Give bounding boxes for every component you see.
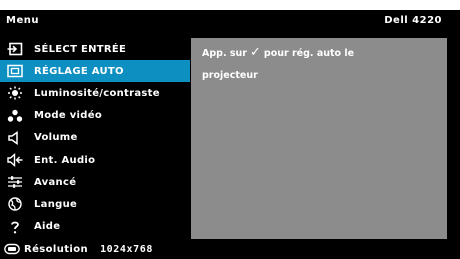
resolution-value: 1024x768 bbox=[100, 243, 154, 255]
info-line-1: App. sur ✓ pour rég. auto le bbox=[202, 45, 354, 60]
input-source-icon bbox=[6, 42, 24, 56]
menu-item-label: Aide bbox=[34, 221, 61, 233]
video-mode-icon bbox=[6, 109, 24, 123]
menu-item-language[interactable]: Langue bbox=[0, 193, 190, 215]
advanced-settings-icon bbox=[6, 175, 24, 189]
menu-item-label: SÉLECT ENTRÉE bbox=[34, 43, 127, 55]
title-bar: Menu Dell 4220 bbox=[0, 10, 460, 32]
status-bar: Résolution 1024x768 bbox=[0, 239, 460, 259]
menu-item-audio-input[interactable]: Ent. Audio bbox=[0, 149, 190, 171]
menu-item-brightness-contrast[interactable]: Luminosité/contraste bbox=[0, 82, 190, 104]
menu-item-label: Mode vidéo bbox=[34, 110, 102, 122]
globe-icon bbox=[6, 197, 24, 212]
info-panel: App. sur ✓ pour rég. auto le projecteur bbox=[191, 38, 447, 239]
menu-item-label: Avancé bbox=[34, 176, 77, 188]
menu-item-label: Luminosité/contraste bbox=[34, 87, 160, 99]
menu-item-label: Ent. Audio bbox=[34, 154, 96, 166]
menu-item-input-select[interactable]: SÉLECT ENTRÉE bbox=[0, 38, 190, 60]
help-icon bbox=[6, 220, 24, 234]
auto-adjust-icon bbox=[6, 64, 24, 78]
menu-item-volume[interactable]: Volume bbox=[0, 127, 190, 149]
check-mark-icon: ✓ bbox=[249, 45, 261, 60]
menu-item-video-mode[interactable]: Mode vidéo bbox=[0, 105, 190, 127]
audio-input-icon bbox=[6, 153, 24, 168]
menu-item-label: RÉGLAGE AUTO bbox=[34, 65, 124, 77]
menu-item-help[interactable]: Aide bbox=[0, 216, 190, 238]
resolution-label: Résolution bbox=[24, 243, 89, 255]
menu-item-advanced[interactable]: Avancé bbox=[0, 171, 190, 193]
resolution-icon bbox=[4, 243, 20, 255]
projector-osd-menu: Menu Dell 4220 SÉLECT ENTRÉE RÉGLAGE AUT… bbox=[0, 10, 460, 259]
main-menu: SÉLECT ENTRÉE RÉGLAGE AUTO Luminosité/co… bbox=[0, 38, 190, 238]
info-line-2: projecteur bbox=[202, 70, 258, 81]
info-text-after-check: pour rég. auto le bbox=[263, 48, 355, 59]
info-text-before-check: App. sur bbox=[202, 48, 247, 59]
menu-item-label: Volume bbox=[34, 132, 78, 144]
brightness-icon bbox=[6, 86, 24, 100]
menu-item-auto-adjust[interactable]: RÉGLAGE AUTO bbox=[0, 60, 190, 83]
model-name: Dell 4220 bbox=[384, 15, 442, 26]
speaker-icon bbox=[6, 130, 24, 145]
menu-item-label: Langue bbox=[34, 198, 78, 210]
menu-title: Menu bbox=[6, 15, 39, 26]
